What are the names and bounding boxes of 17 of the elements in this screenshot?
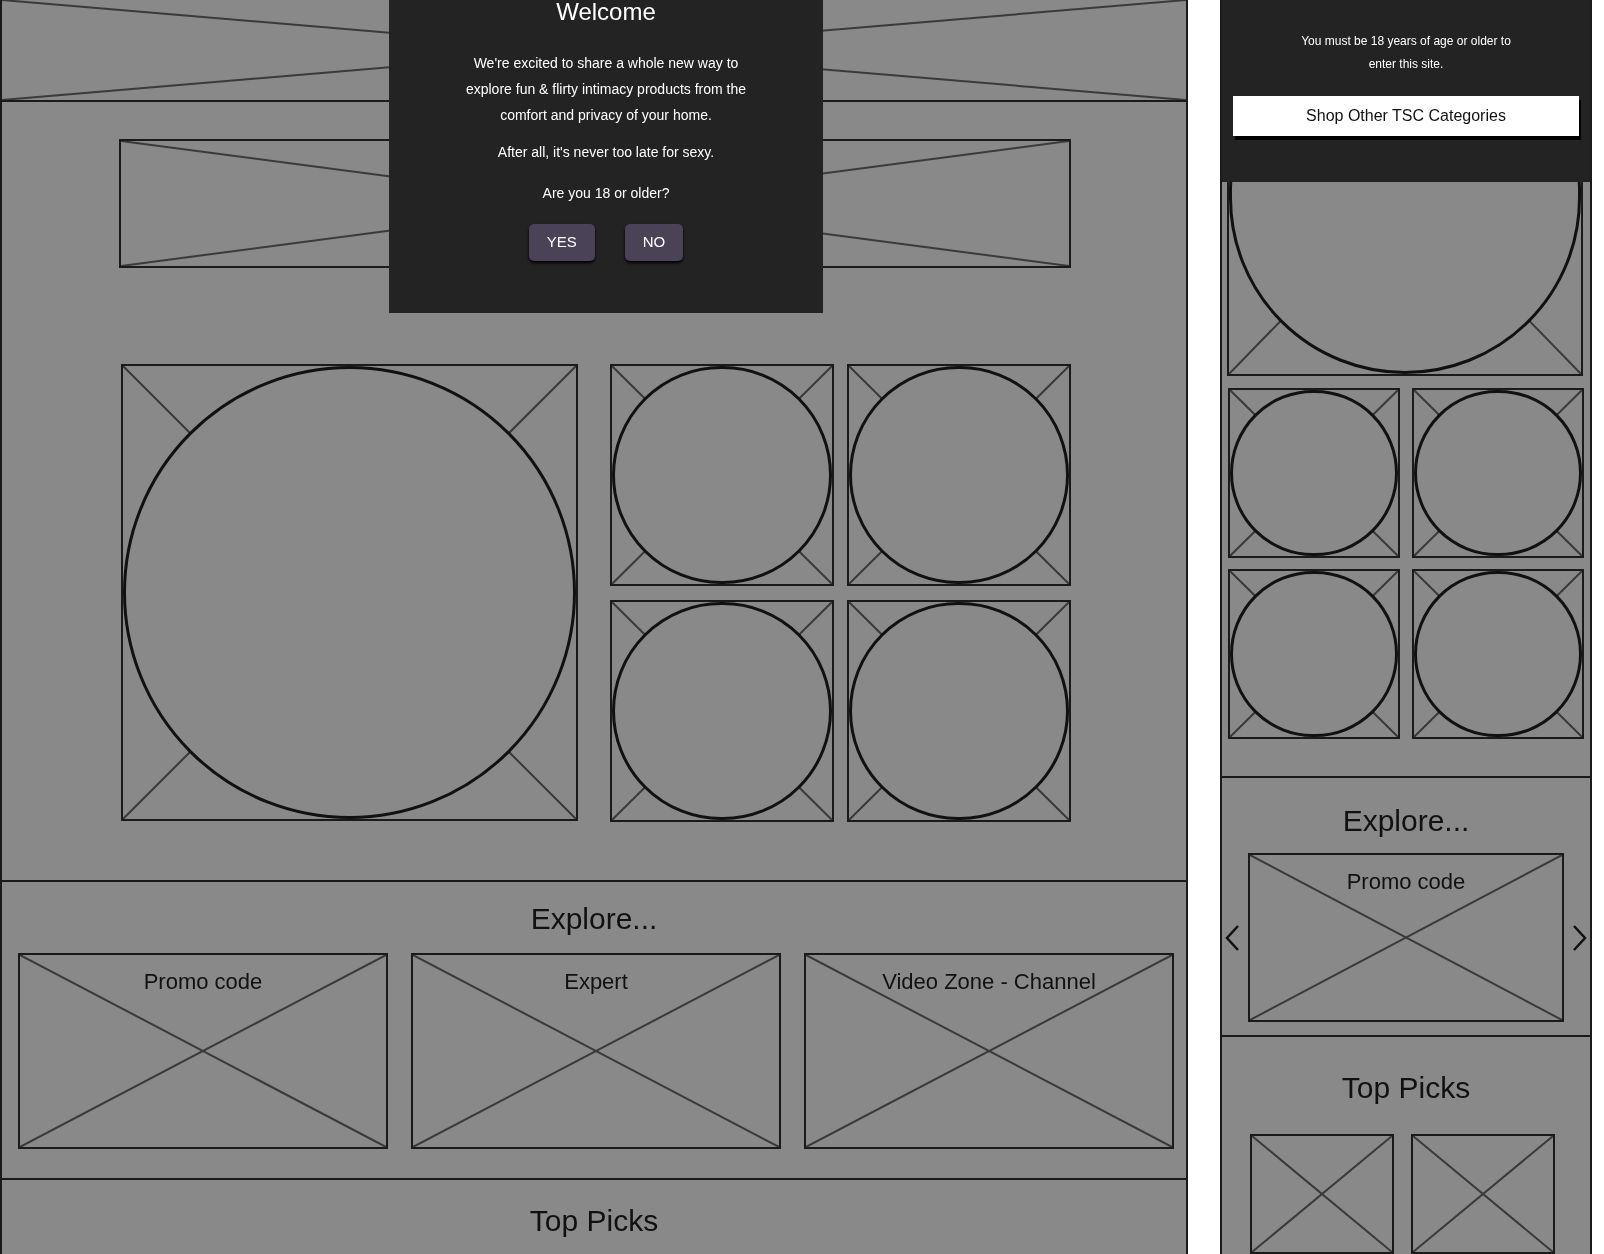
card-title: Promo code <box>143 968 263 996</box>
section-title: Explore... <box>530 901 658 937</box>
card-title: Promo code <box>1346 868 1466 896</box>
notice-message: You must be 18 years of age or older to enter this site. <box>1300 33 1512 73</box>
dialog-question: Are you 18 or older? <box>542 184 670 203</box>
chevron-right-icon[interactable] <box>1572 923 1588 952</box>
dialog-title: Welcome <box>556 0 656 27</box>
chevron-left-icon[interactable] <box>1224 923 1240 952</box>
dialog-message: After all, it's never too late for sexy. <box>497 143 715 162</box>
section-title: Top Picks <box>529 1203 659 1239</box>
dialog-message: We're excited to share a whole new way to explore fun & flirty intimacy products from the comfort and privacy of your home. <box>464 54 748 125</box>
yes-button[interactable]: YES <box>528 224 595 261</box>
no-button[interactable]: NO <box>624 224 684 261</box>
card-title: Expert <box>564 968 628 996</box>
section-title: Explore... <box>1342 803 1470 839</box>
card-title: Video Zone - Channel <box>882 968 1096 996</box>
section-title: Top Picks <box>1341 1070 1471 1106</box>
